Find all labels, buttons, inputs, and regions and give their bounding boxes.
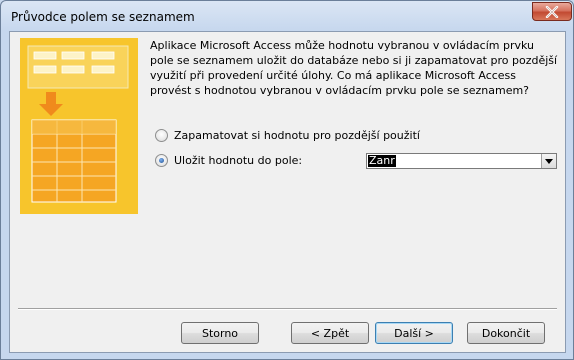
wizard-question: Aplikace Microsoft Access může hodnotu v… [150, 39, 558, 97]
next-button[interactable]: Další > [375, 322, 453, 344]
remember-value-label: Zapamatovat si hodnotu pro pozdější použ… [174, 128, 420, 142]
store-in-field-label: Uložit hodnotu do pole: [174, 153, 303, 167]
field-select-value: Zanr [368, 154, 396, 167]
store-in-field-radio[interactable] [155, 153, 168, 167]
button-separator [18, 308, 557, 310]
close-button[interactable] [532, 2, 572, 21]
option-store-in-field[interactable]: Uložit hodnotu do pole: [155, 152, 302, 168]
wizard-window: Průvodce polem se seznamem Aplikace Micr… [0, 0, 574, 360]
window-title: Průvodce polem se seznamem [11, 10, 195, 24]
finish-button[interactable]: Dokončit [467, 322, 545, 344]
cancel-button[interactable]: Storno [181, 322, 259, 344]
back-button[interactable]: < Zpět [291, 322, 369, 344]
chevron-down-icon [545, 158, 553, 164]
option-remember-value[interactable]: Zapamatovat si hodnotu pro pozdější použ… [155, 127, 420, 143]
wizard-content: Aplikace Microsoft Access může hodnotu v… [9, 31, 566, 353]
wizard-illustration [20, 38, 138, 214]
table-wizard-illustration-icon [20, 38, 138, 214]
remember-value-radio[interactable] [155, 128, 168, 142]
title-bar[interactable]: Průvodce polem se seznamem [1, 1, 573, 31]
field-select-dropdown-button[interactable] [541, 154, 556, 168]
close-icon [545, 5, 559, 18]
field-select[interactable]: Zanr [366, 153, 557, 169]
